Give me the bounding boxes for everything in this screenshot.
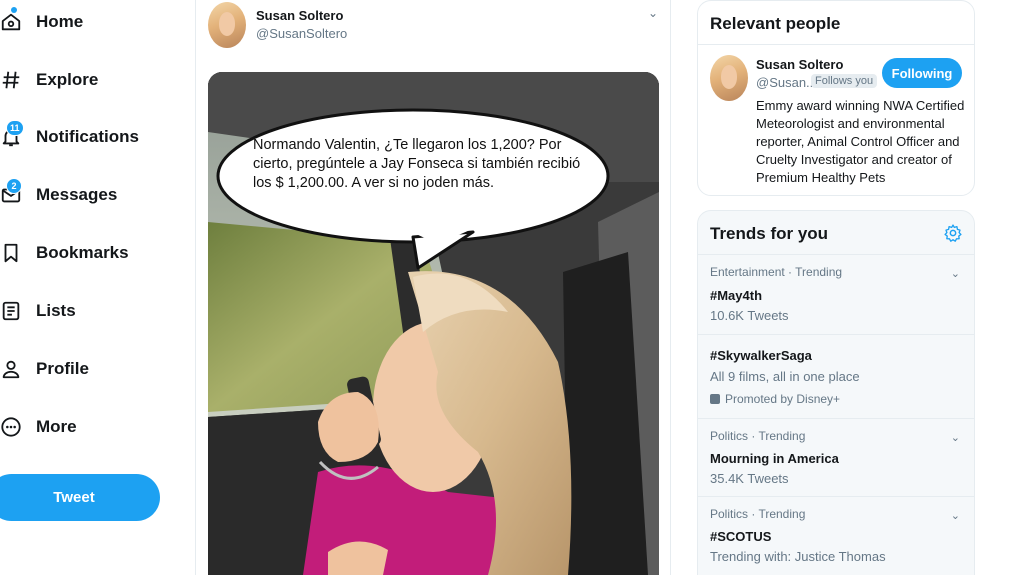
follows-you-badge: Follows you (811, 74, 878, 88)
trends-header: Trends for you (698, 211, 974, 255)
trend-name: #SkywalkerSaga (710, 348, 812, 363)
nav-more-label: More (36, 417, 77, 436)
trend-item[interactable]: Entertainment · Trending #May4th 10.6K T… (698, 255, 974, 335)
list-icon (0, 300, 22, 322)
home-icon (0, 7, 22, 33)
nav-home-label: Home (36, 12, 84, 31)
chevron-down-icon[interactable]: ⌄ (951, 431, 960, 444)
bell-icon: 11 (0, 120, 24, 148)
trend-meta: Entertainment · Trending (710, 265, 843, 279)
nav-home[interactable]: Home (0, 2, 83, 42)
relevant-person-avatar[interactable] (710, 55, 748, 101)
nav-bookmarks[interactable]: Bookmarks (0, 233, 129, 273)
nav-lists-label: Lists (36, 301, 76, 320)
trend-name: Mourning in America (710, 451, 839, 466)
tweet-image[interactable]: Normando Valentin, ¿Te llegaron los 1,20… (208, 72, 659, 575)
promoted-icon (710, 394, 720, 404)
tweet-options-chevron-icon[interactable]: ⌄ (648, 6, 658, 20)
nav-profile-label: Profile (36, 359, 89, 378)
trend-item[interactable]: Politics · Trending #SCOTUS Trending wit… (698, 497, 974, 575)
trend-item-promoted[interactable]: #SkywalkerSaga All 9 films, all in one p… (698, 335, 974, 419)
gear-icon[interactable] (943, 223, 963, 243)
speech-bubble-text: Normando Valentin, ¿Te llegaron los 1,20… (253, 137, 581, 191)
hashtag-icon (0, 69, 22, 91)
trend-meta: Politics · Trending (710, 507, 806, 521)
nav-messages[interactable]: 2 Messages (0, 175, 117, 215)
nav-notifications-label: Notifications (36, 127, 139, 146)
nav-profile[interactable]: Profile (0, 349, 89, 389)
tweet-detail: Susan Soltero @SusanSoltero ⌄ Normando V… (195, 0, 671, 575)
trend-name: #SCOTUS (710, 529, 772, 544)
nav-notifications[interactable]: 11 Notifications (0, 117, 139, 157)
nav-explore-label: Explore (36, 70, 99, 89)
trend-tweet-count: 10.6K Tweets (710, 308, 789, 323)
chevron-down-icon[interactable]: ⌄ (951, 267, 960, 280)
trend-name: #May4th (710, 288, 763, 303)
nav-lists[interactable]: Lists (0, 291, 76, 331)
promoted-text: Promoted by Disney+ (725, 392, 841, 406)
trend-tweet-count: 35.4K Tweets (710, 471, 789, 486)
chevron-down-icon[interactable]: ⌄ (951, 509, 960, 522)
author-avatar[interactable] (208, 2, 246, 48)
nav-bookmarks-label: Bookmarks (36, 243, 129, 262)
nav-messages-label: Messages (36, 185, 118, 204)
divider (698, 44, 974, 45)
author-handle[interactable]: @SusanSoltero (256, 26, 347, 41)
relevant-people-card: Relevant people Susan Soltero @Susan... … (697, 0, 975, 196)
relevant-people-title: Relevant people (710, 14, 841, 33)
tweet-button[interactable]: Tweet (0, 474, 160, 521)
envelope-icon: 2 (0, 178, 22, 206)
nav-explore[interactable]: Explore (0, 60, 98, 100)
messages-badge: 2 (6, 178, 22, 194)
relevant-person-name[interactable]: Susan Soltero (756, 57, 843, 72)
trend-meta: Politics · Trending (710, 429, 806, 443)
trends-card: Trends for you Entertainment · Trending … (697, 210, 975, 575)
trend-description: All 9 films, all in one place (710, 369, 860, 384)
notifications-badge: 11 (6, 120, 24, 136)
author-name[interactable]: Susan Soltero (256, 8, 343, 23)
primary-navigation: Home Explore 11 Notifications 2 Messages… (0, 0, 195, 575)
promoted-label: Promoted by Disney+ (710, 392, 840, 406)
bookmark-icon (0, 242, 22, 264)
person-icon (0, 358, 22, 380)
more-icon (0, 416, 22, 438)
relevant-person-handle[interactable]: @Susan... (756, 75, 817, 90)
relevant-person-bio: Emmy award winning NWA Certified Meteoro… (756, 98, 965, 185)
trend-context: Trending with: Justice Thomas (710, 549, 886, 564)
trends-title: Trends for you (710, 224, 829, 243)
nav-more[interactable]: More (0, 407, 77, 447)
trend-item[interactable]: Politics · Trending Mourning in America … (698, 419, 974, 497)
new-content-dot (11, 7, 17, 13)
following-button[interactable]: Following (882, 58, 962, 88)
